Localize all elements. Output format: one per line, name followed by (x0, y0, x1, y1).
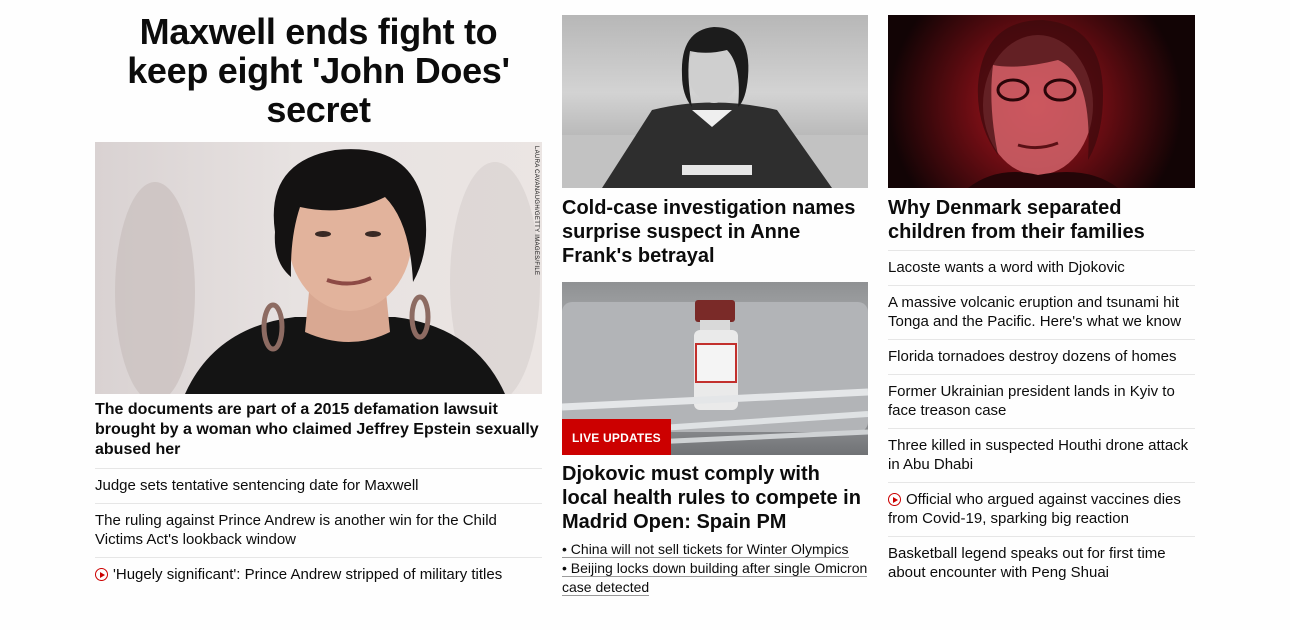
list-item[interactable]: Lacoste wants a word with Djokovic (888, 250, 1195, 285)
top-stories-list: Lacoste wants a word with Djokovic A mas… (888, 250, 1195, 590)
anne-frank-headline[interactable]: Cold-case investigation names surprise s… (562, 196, 868, 268)
list-item[interactable]: • China will not sell tickets for Winter… (562, 540, 868, 559)
story-link[interactable]: Official who argued against vaccines die… (888, 491, 1181, 527)
denmark-image[interactable] (888, 15, 1195, 188)
list-item[interactable]: Official who argued against vaccines die… (888, 482, 1195, 536)
play-video-icon (888, 493, 901, 506)
list-item[interactable]: Florida tornadoes destroy dozens of home… (888, 339, 1195, 374)
anne-frank-image[interactable] (562, 15, 868, 188)
list-item[interactable]: Three killed in suspected Houthi drone a… (888, 428, 1195, 482)
live-updates-badge[interactable]: LIVE UPDATES (562, 419, 671, 455)
list-item[interactable]: Judge sets tentative sentencing date for… (95, 468, 542, 503)
list-item[interactable]: Basketball legend speaks out for first t… (888, 536, 1195, 590)
lead-story: Maxwell ends fight to keep eight 'John D… (95, 12, 542, 583)
story-link[interactable]: • Beijing locks down building after sing… (562, 560, 868, 596)
list-item[interactable]: The ruling against Prince Andrew is anot… (95, 503, 542, 557)
play-video-icon (95, 568, 108, 581)
right-column: Why Denmark separated children from thei… (888, 15, 1195, 581)
story-link[interactable]: Judge sets tentative sentencing date for… (95, 477, 419, 494)
list-item[interactable]: A massive volcanic eruption and tsunami … (888, 285, 1195, 339)
story-link[interactable]: The ruling against Prince Andrew is anot… (95, 512, 497, 548)
image-credit: LAURA CAVANAUGH/GETTY IMAGES/FILE (533, 146, 539, 276)
list-item[interactable]: Former Ukrainian president lands in Kyiv… (888, 374, 1195, 428)
story-link[interactable]: A massive volcanic eruption and tsunami … (888, 294, 1181, 330)
list-item[interactable]: 'Hugely significant': Prince Andrew stri… (95, 557, 542, 592)
anne-frank-photo (562, 27, 868, 188)
middle-column: Cold-case investigation names surprise s… (562, 15, 868, 596)
story-link[interactable]: Basketball legend speaks out for first t… (888, 545, 1166, 581)
story-link[interactable]: 'Hugely significant': Prince Andrew stri… (113, 566, 502, 583)
denmark-photo (968, 20, 1118, 188)
denmark-headline[interactable]: Why Denmark separated children from thei… (888, 196, 1195, 244)
related-bullets: • China will not sell tickets for Winter… (562, 540, 868, 597)
story-link[interactable]: Florida tornadoes destroy dozens of home… (888, 348, 1177, 365)
story-link[interactable]: • China will not sell tickets for Winter… (562, 541, 849, 558)
lead-description[interactable]: The documents are part of a 2015 defamat… (95, 400, 542, 460)
lead-image-maxwell[interactable]: LAURA CAVANAUGH/GETTY IMAGES/FILE (95, 142, 542, 394)
lead-headline[interactable]: Maxwell ends fight to keep eight 'John D… (95, 12, 542, 129)
maxwell-photo (115, 149, 540, 394)
story-link[interactable]: Lacoste wants a word with Djokovic (888, 259, 1125, 276)
story-link[interactable]: Three killed in suspected Houthi drone a… (888, 437, 1188, 473)
djokovic-headline[interactable]: Djokovic must comply with local health r… (562, 462, 868, 534)
vaccine-image[interactable]: LIVE UPDATES (562, 282, 868, 455)
story-link[interactable]: Former Ukrainian president lands in Kyiv… (888, 383, 1175, 419)
lead-related-list: Judge sets tentative sentencing date for… (95, 468, 542, 592)
list-item[interactable]: • Beijing locks down building after sing… (562, 559, 868, 597)
